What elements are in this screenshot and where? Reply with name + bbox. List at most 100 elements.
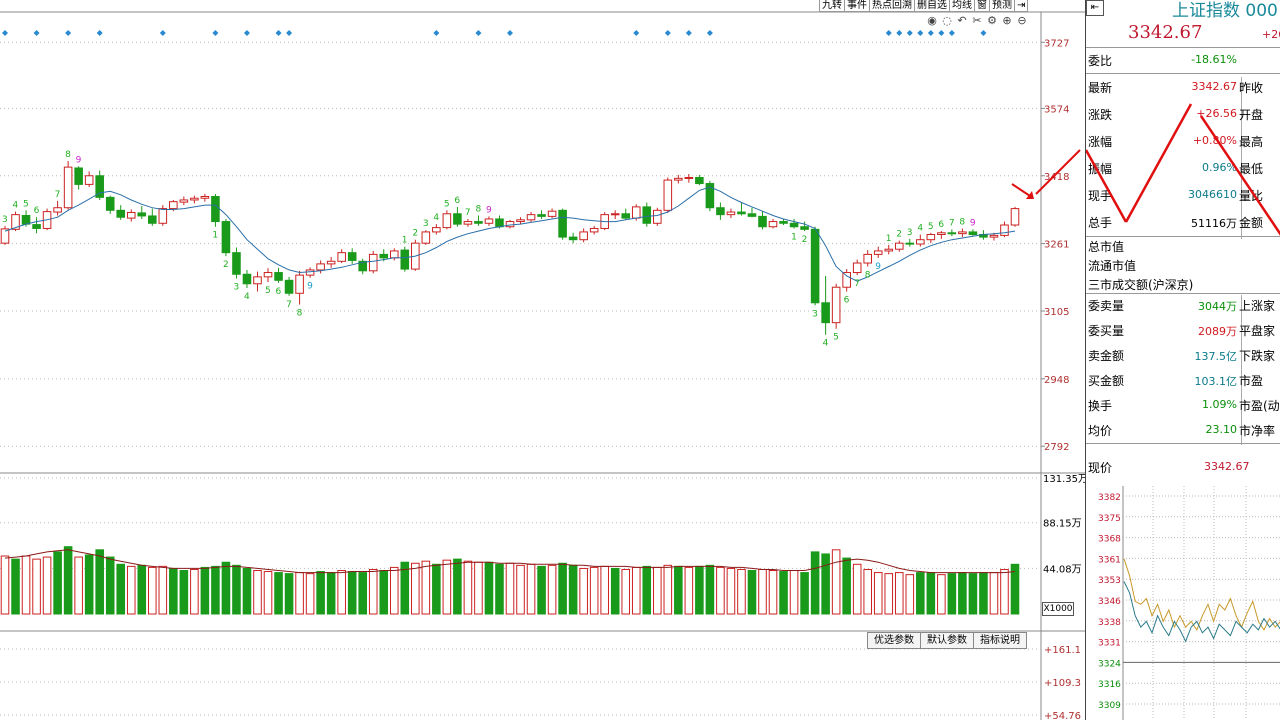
volume-bar [126,565,136,615]
candle-body [779,221,788,224]
candle-body [821,302,830,324]
price-tick-label: 2792 [1044,442,1069,453]
nine-turn-label: 3 [812,309,818,319]
forecast-button[interactable]: 预测 [989,0,1015,12]
zoom-in-icon[interactable]: ⊕ [1001,14,1013,28]
event-marker-icon [507,30,513,36]
event-marker-icon [275,30,282,36]
stat-row-label-2: 上涨家 [1239,299,1276,313]
candle-body [663,179,673,211]
settings-icon[interactable]: ⚙ [986,14,998,28]
volume-bar [516,564,525,615]
quote-row-value: +26.56 [1196,107,1237,120]
nine-turn-label: 8 [475,205,481,215]
scissors-icon[interactable]: ✂ [971,14,983,28]
volume-bar [916,572,925,615]
volume-unit-label: X1000 [1042,602,1074,616]
stat-row-label: 均价 [1088,424,1113,438]
candle-body [516,219,525,223]
index-name: 上证指数 000 [1172,1,1278,21]
nine-turn-label: 5 [265,286,271,296]
volume-bar [674,565,683,615]
candle-body [916,239,925,245]
price-tick-label: 2948 [1044,375,1069,386]
nine-turn-label: 4 [13,201,19,211]
collapse-icon[interactable]: ⇥ [1014,0,1029,12]
events-button[interactable]: 事件 [844,0,870,12]
three-market-turnover-label: 三市成交额(沪深京) [1088,278,1194,292]
volume-bar [63,546,73,615]
default-params-button[interactable]: 默认参数 [920,632,974,649]
mini-avg-line [1123,558,1280,631]
indicator-tick-label: +109.3 [1044,678,1081,689]
mini-tick-label: 3346 [1098,597,1121,607]
volume-bar [958,572,967,615]
volume-bar [453,558,462,615]
optimal-params-button[interactable]: 优选参数 [867,632,921,649]
candle-body [32,224,41,229]
volume-bar [937,574,946,615]
volume-bar [863,568,872,615]
volume-bar [831,549,841,615]
volume-bar [211,565,220,615]
jiuzhuan-button[interactable]: 九转 [819,0,845,12]
stat-row-label-2: 市盈(动 [1239,399,1280,413]
volume-bar [95,549,104,615]
remove-watchlist-button[interactable]: 删自选 [914,0,950,12]
volume-bar [1000,568,1009,615]
nine-turn-label: 6 [454,196,460,206]
hot-trace-button[interactable]: 热点回溯 [869,0,915,12]
nine-turn-label: 3 [2,215,8,225]
candle-body [716,207,725,216]
volume-bar [169,567,178,615]
event-marker-icon [633,30,640,36]
candle-body [1010,208,1020,226]
volume-bar [463,560,473,615]
zoom-out-icon[interactable]: ⊖ [1016,14,1028,28]
indicator-help-button[interactable]: 指标说明 [973,632,1027,649]
volume-bar [621,568,631,615]
volume-bar [526,563,536,615]
nine-turn-label: 5 [833,333,839,343]
quote-panel: ⇤ 上证指数 000 3342.67 +26 委比 -18.61% 最新 3342.6… [1085,0,1280,720]
stat-row-value: 3044万 [1198,300,1237,313]
volume-bar [274,572,283,615]
ma-button[interactable]: 均线 [949,0,975,12]
intraday-minichart[interactable]: 3382 3375 3368 3361 3353 3346 3338 3331 3324 3316… [1086,486,1280,720]
trace-icon[interactable]: ◌ [941,14,953,28]
candle-body [495,218,504,228]
nine-turn-label: 6 [844,296,850,306]
volume-bar [989,572,999,615]
stat-row-label: 卖金额 [1088,349,1125,363]
undo-icon[interactable]: ↶ [956,14,968,28]
quote-row-label-2: 量比 [1239,189,1264,203]
kline-chart[interactable]: 372735743418326131052948279234 5678912345… [0,0,1085,720]
volume-bar [253,570,262,615]
candle-body [337,252,346,262]
nine-turn-label: 2 [802,235,808,245]
volume-bar [579,567,588,615]
candle-body [368,253,378,272]
eye-icon[interactable]: ◉ [926,14,938,28]
mini-tick-label: 3316 [1098,680,1121,690]
event-marker-icon [433,30,440,36]
candle-body [284,279,294,294]
mini-tick-label: 3375 [1098,514,1121,524]
candle-body [579,231,588,241]
candle-body [400,249,410,270]
candle-body [232,252,241,275]
candle-body [389,250,399,259]
candle-body [884,248,894,252]
volume-bar [631,566,641,615]
candle-body [726,211,736,216]
candle-body [526,214,536,221]
event-marker-icon [664,30,671,36]
window-button[interactable]: 窗 [974,0,990,12]
panel-toggle-icon[interactable]: ⇤ [1086,0,1104,16]
quote-row-label-2: 开盘 [1239,108,1264,122]
volume-bar [263,571,273,615]
candle-body [242,273,252,285]
candle-body [610,213,620,216]
chart-toolbar: 九转 事件 热点回溯 删自选 均线 窗 预测 ⇥ [819,0,1029,12]
mini-tick-label: 3324 [1098,659,1121,669]
